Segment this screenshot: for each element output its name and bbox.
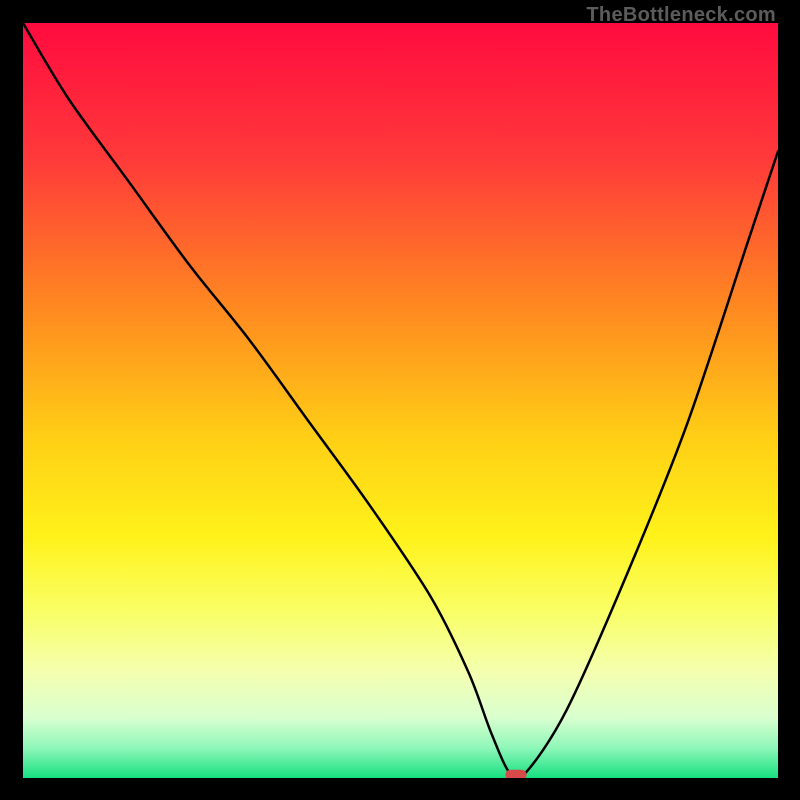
gradient-background — [23, 23, 778, 778]
watermark-text: TheBottleneck.com — [586, 4, 776, 27]
chart-svg — [23, 23, 778, 778]
plot-area — [23, 23, 778, 778]
chart-frame: TheBottleneck.com — [0, 0, 800, 800]
optimum-marker — [505, 770, 526, 778]
